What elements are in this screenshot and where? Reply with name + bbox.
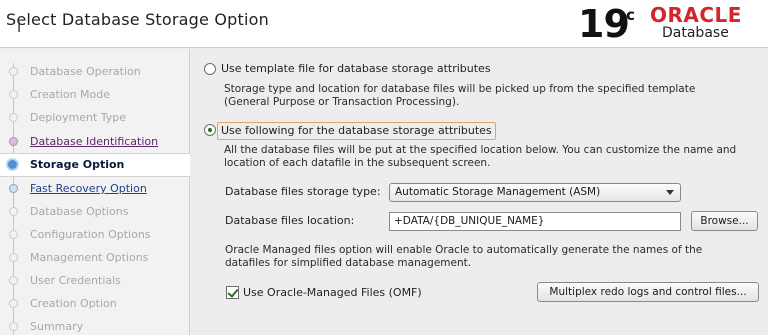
- custom-storage-description: All the database files will be put at th…: [224, 144, 737, 169]
- custom-storage-radio-button[interactable]: [204, 124, 216, 136]
- step-dot-icon: [9, 253, 18, 262]
- step-dot-icon: [9, 207, 18, 216]
- chevron-down-icon: [666, 190, 674, 195]
- step-dot-icon: [9, 276, 18, 285]
- custom-storage-option-label[interactable]: Use following for the database storage a…: [217, 122, 496, 140]
- files-location-input[interactable]: +DATA/{DB_UNIQUE_NAME}: [389, 212, 681, 231]
- sidebar-item-label: Management Options: [30, 251, 149, 264]
- main-panel: Use template file for database storage a…: [191, 49, 768, 335]
- step-dot-icon: [9, 299, 18, 308]
- sidebar-item-label: Summary: [30, 320, 84, 333]
- sidebar-item-user-credentials: User Credentials: [0, 270, 190, 292]
- version-number: 19: [578, 2, 630, 46]
- step-dot-icon: [9, 322, 18, 331]
- sidebar-item-label: Configuration Options: [30, 228, 151, 241]
- template-radio-button[interactable]: [204, 63, 216, 75]
- step-dot-icon: [9, 184, 18, 193]
- text-cursor-icon: I: [17, 20, 22, 36]
- header-bar: Select Database Storage Option I 19 c OR…: [0, 0, 768, 48]
- sidebar-item-storage-option[interactable]: Storage Option: [0, 153, 190, 177]
- sidebar-item-database-operation: Database Operation: [0, 61, 190, 83]
- sidebar-item-deployment-type: Deployment Type: [0, 107, 190, 129]
- sidebar-item-label: Creation Option: [30, 297, 117, 310]
- step-dot-icon: [9, 67, 18, 76]
- sidebar-item-creation-mode: Creation Mode: [0, 84, 190, 106]
- files-location-label: Database files location:: [225, 214, 355, 227]
- template-option-label[interactable]: Use template file for database storage a…: [221, 62, 491, 76]
- page-title: Select Database Storage Option: [6, 10, 269, 29]
- template-option-description: Storage type and location for database f…: [224, 83, 696, 108]
- current-step-icon: [6, 158, 19, 171]
- sidebar-item-database-identification[interactable]: Database Identification: [0, 131, 190, 153]
- storage-type-label: Database files storage type:: [225, 185, 381, 198]
- sidebar-item-database-options: Database Options: [0, 201, 190, 223]
- sidebar-item-fast-recovery-option[interactable]: Fast Recovery Option: [0, 178, 190, 200]
- omf-description: Oracle Managed files option will enable …: [225, 244, 703, 269]
- oracle-product-name: Database: [662, 25, 729, 41]
- omf-checkbox-label[interactable]: Use Oracle-Managed Files (OMF): [243, 286, 422, 300]
- sidebar-item-configuration-options: Configuration Options: [0, 224, 190, 246]
- version-suffix: c: [626, 6, 635, 24]
- step-dot-icon: [9, 90, 18, 99]
- sidebar-item-management-options: Management Options: [0, 247, 190, 269]
- storage-type-value: Automatic Storage Management (ASM): [395, 186, 601, 198]
- multiplex-redo-logs-button[interactable]: Multiplex redo logs and control files...: [537, 282, 759, 302]
- sidebar-item-label[interactable]: Fast Recovery Option: [30, 182, 147, 195]
- sidebar-item-creation-option: Creation Option: [0, 293, 190, 315]
- sidebar-item-label: Creation Mode: [30, 88, 111, 101]
- step-dot-icon: [9, 137, 18, 146]
- step-dot-icon: [9, 113, 18, 122]
- sidebar-item-label: Storage Option: [30, 158, 125, 171]
- step-sidebar: Database Operation Creation Mode Deploym…: [0, 49, 190, 335]
- sidebar-item-label[interactable]: Database Identification: [30, 135, 158, 148]
- browse-button[interactable]: Browse...: [691, 211, 758, 231]
- omf-checkbox[interactable]: [226, 286, 239, 299]
- oracle-brand-name: ORACLE: [650, 3, 742, 27]
- sidebar-item-label: Database Operation: [30, 65, 141, 78]
- sidebar-item-label: Database Options: [30, 205, 129, 218]
- sidebar-item-label: Deployment Type: [30, 111, 127, 124]
- storage-type-dropdown[interactable]: Automatic Storage Management (ASM): [389, 183, 681, 202]
- step-dot-icon: [9, 230, 18, 239]
- oracle-logo: 19 c ORACLE Database: [578, 2, 760, 46]
- sidebar-item-label: User Credentials: [30, 274, 121, 287]
- sidebar-item-summary: Summary: [0, 316, 190, 335]
